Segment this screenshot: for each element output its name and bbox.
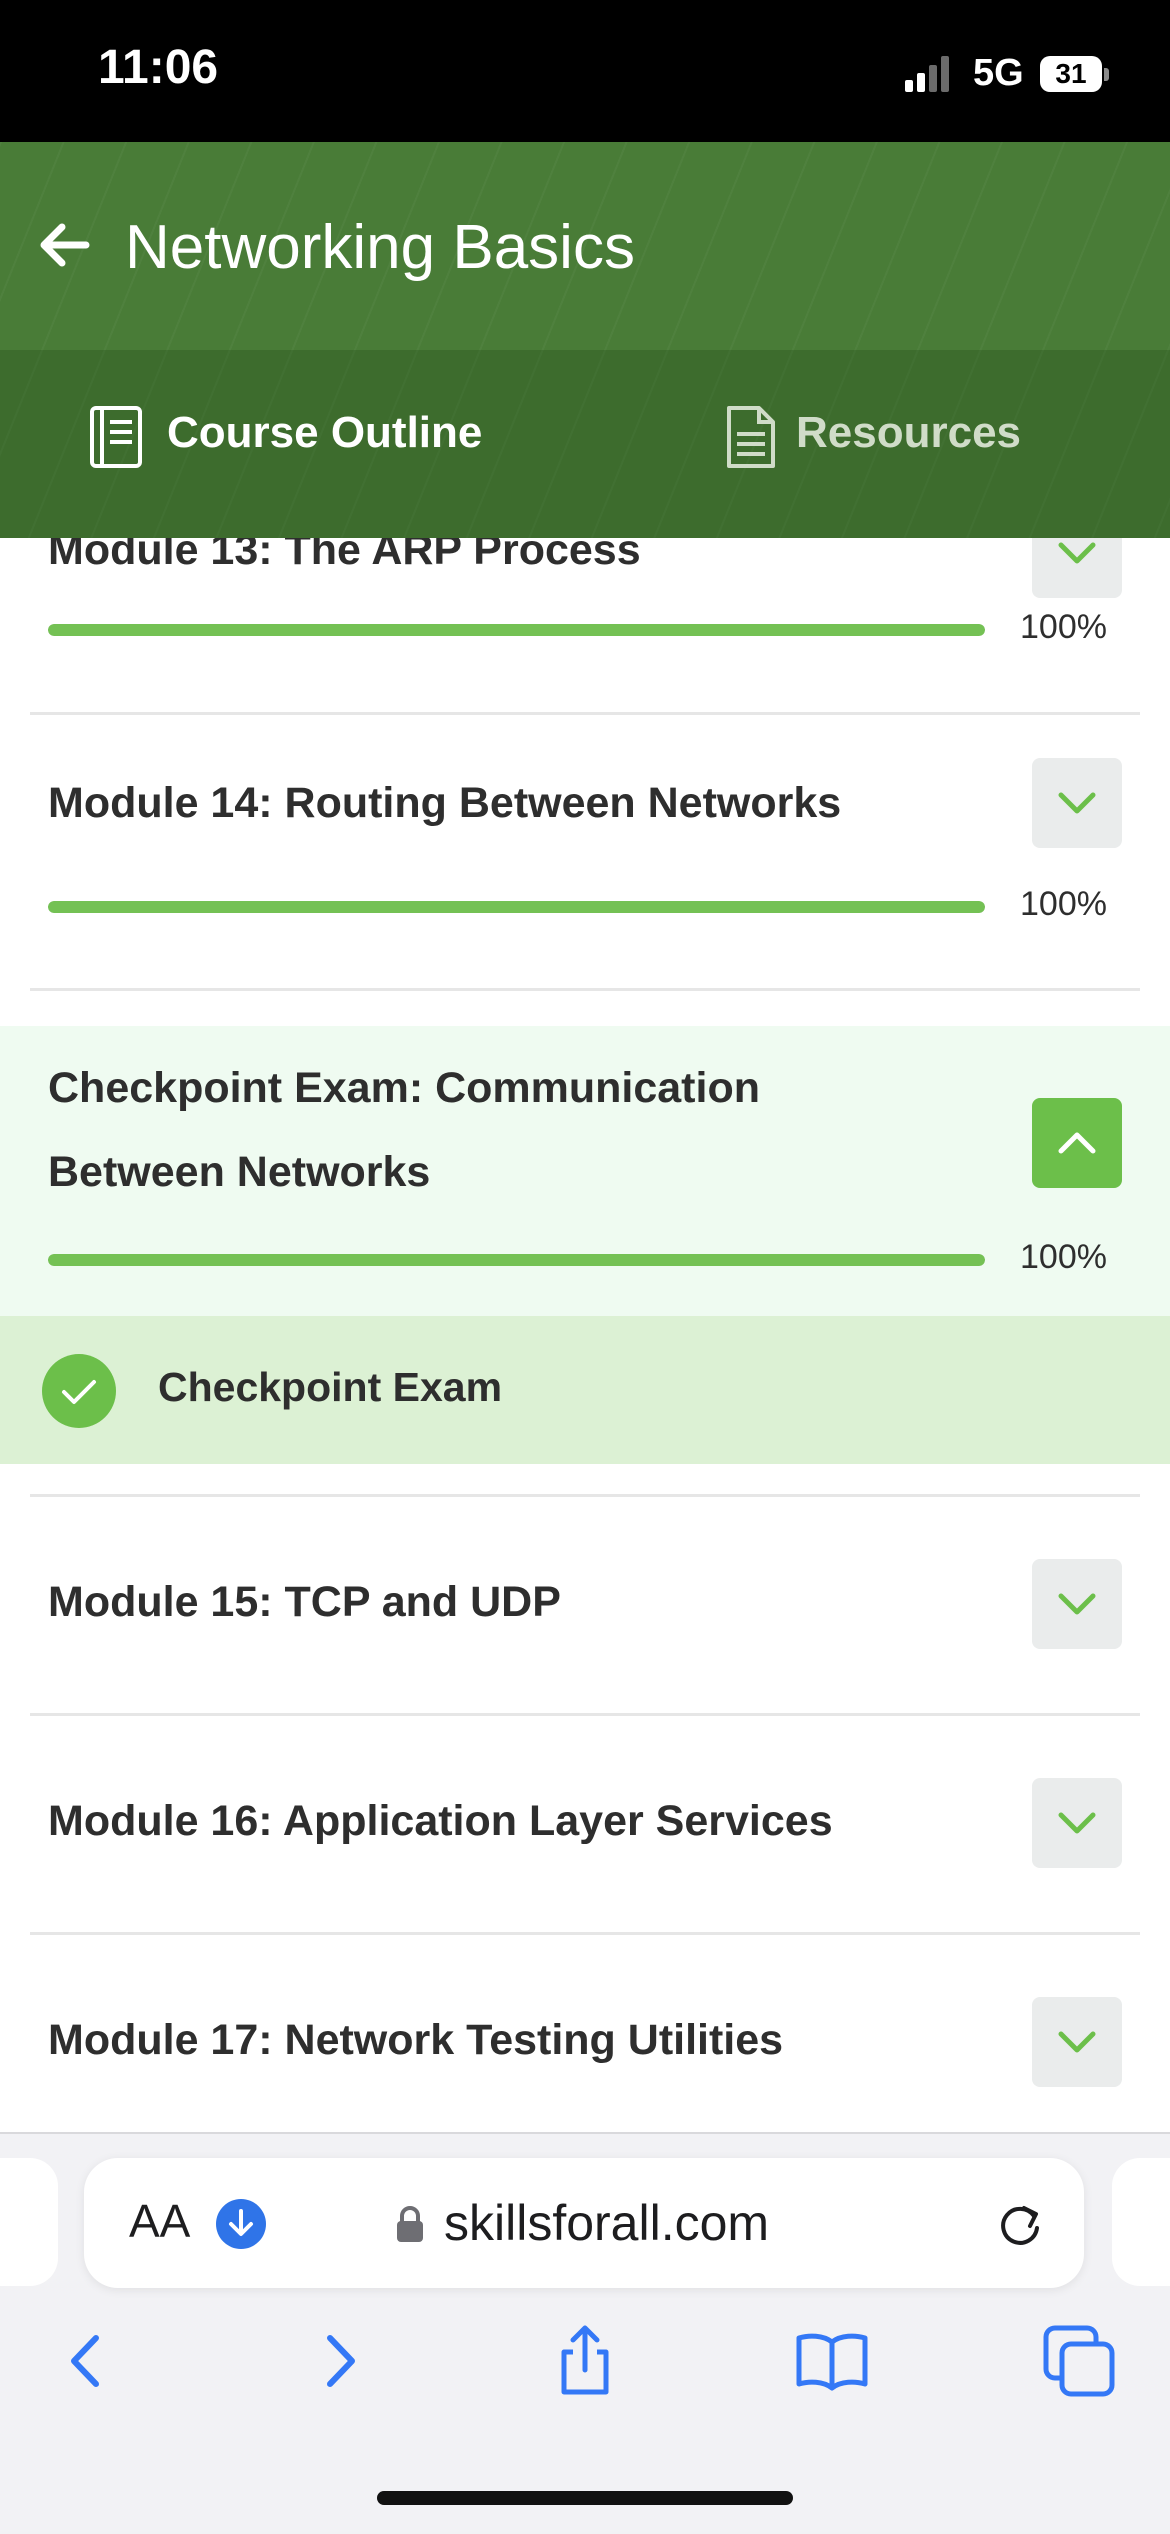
book-outline-icon (90, 406, 142, 468)
module-15[interactable]: Module 15: TCP and UDP (0, 1497, 1170, 1713)
module-14[interactable]: Module 14: Routing Between Networks 100% (0, 715, 1170, 988)
progress-percent: 100% (1020, 608, 1107, 646)
module-title-line2: Between Networks (48, 1148, 431, 1196)
chevron-down-icon (1058, 1812, 1096, 1834)
url-text: skillsforall.com (444, 2195, 770, 2251)
checkpoint-exam-section[interactable]: Checkpoint Exam: Communication Between N… (0, 1026, 1170, 1316)
check-circle-icon (42, 1354, 116, 1428)
chevron-down-icon (1058, 792, 1096, 814)
address-bar[interactable]: AA skillsforall.com (84, 2158, 1084, 2288)
lock-icon (397, 2206, 423, 2242)
home-indicator (377, 2491, 793, 2505)
status-bar: 11:06 5G 31 (0, 0, 1170, 142)
expand-toggle-button[interactable] (1032, 1997, 1122, 2087)
progress-percent: 100% (1020, 885, 1107, 923)
chevron-up-icon (1058, 1132, 1096, 1154)
module-16[interactable]: Module 16: Application Layer Services (0, 1716, 1170, 1932)
title-row: Networking Basics (0, 142, 1170, 350)
course-outline-list[interactable]: Module 13: The ARP Process 100% Module 1… (0, 538, 1170, 2132)
module-title-line1: Checkpoint Exam: Communication (48, 1064, 760, 1112)
battery-tip (1104, 68, 1109, 81)
expand-toggle-button[interactable] (1032, 1778, 1122, 1868)
expand-toggle-button[interactable] (1032, 1559, 1122, 1649)
tab-course-outline[interactable]: Course Outline (0, 350, 585, 538)
back-arrow-icon[interactable] (36, 217, 92, 273)
tab-course-outline-label: Course Outline (167, 408, 483, 457)
collapse-toggle-button[interactable] (1032, 1098, 1122, 1188)
network-type: 5G (973, 52, 1024, 94)
cellular-signal-icon (905, 56, 949, 92)
document-icon (727, 406, 775, 468)
tab-resources-label: Resources (796, 408, 1022, 457)
divider (30, 988, 1140, 991)
chevron-down-icon (1058, 542, 1096, 564)
module-title: Module 14: Routing Between Networks (48, 779, 842, 827)
module-title: Module 17: Network Testing Utilities (48, 2016, 784, 2064)
checkpoint-exam-label: Checkpoint Exam (158, 1364, 503, 1410)
status-time: 11:06 (98, 41, 219, 94)
download-icon[interactable] (216, 2199, 266, 2249)
text-size-button[interactable]: AA (129, 2194, 190, 2248)
chevron-down-icon (1058, 2031, 1096, 2053)
progress-fill (48, 1254, 985, 1266)
module-title: Module 13: The ARP Process (48, 538, 641, 574)
battery-icon: 31 (1040, 56, 1110, 92)
module-17[interactable]: Module 17: Network Testing Utilities (0, 1935, 1170, 2132)
tab-bar: Course Outline Resources (0, 350, 1170, 746)
checkpoint-exam-item[interactable]: Checkpoint Exam (0, 1316, 1170, 1464)
progress-bar (48, 624, 985, 636)
course-header: Networking Basics Course Outline Resourc… (0, 142, 1170, 746)
module-title: Module 15: TCP and UDP (48, 1578, 561, 1626)
progress-percent: 100% (1020, 1238, 1107, 1276)
bookmarks-icon[interactable] (793, 2322, 871, 2400)
browser-toolbar: AA skillsforall.com (0, 2132, 1170, 2534)
back-chevron-icon[interactable] (48, 2322, 126, 2400)
battery-level: 31 (1040, 56, 1102, 92)
share-icon[interactable] (546, 2322, 624, 2400)
expand-toggle-button[interactable] (1032, 758, 1122, 848)
next-tab-preview[interactable] (1112, 2158, 1170, 2286)
module-title: Module 16: Application Layer Services (48, 1797, 833, 1845)
progress-bar (48, 1254, 985, 1266)
text-size-label: AA (129, 2195, 191, 2247)
progress-fill (48, 901, 985, 913)
expand-toggle-button[interactable] (1032, 538, 1122, 598)
module-13: Module 13: The ARP Process 100% (0, 538, 1170, 658)
previous-tab-preview[interactable] (0, 2158, 58, 2286)
forward-chevron-icon[interactable] (300, 2322, 378, 2400)
tabs-icon[interactable] (1040, 2322, 1118, 2400)
page-title: Networking Basics (125, 213, 635, 282)
reload-icon[interactable] (994, 2198, 1046, 2250)
progress-fill (48, 624, 985, 636)
progress-bar (48, 901, 985, 913)
chevron-down-icon (1058, 1593, 1096, 1615)
tab-resources[interactable]: Resources (585, 350, 1170, 538)
